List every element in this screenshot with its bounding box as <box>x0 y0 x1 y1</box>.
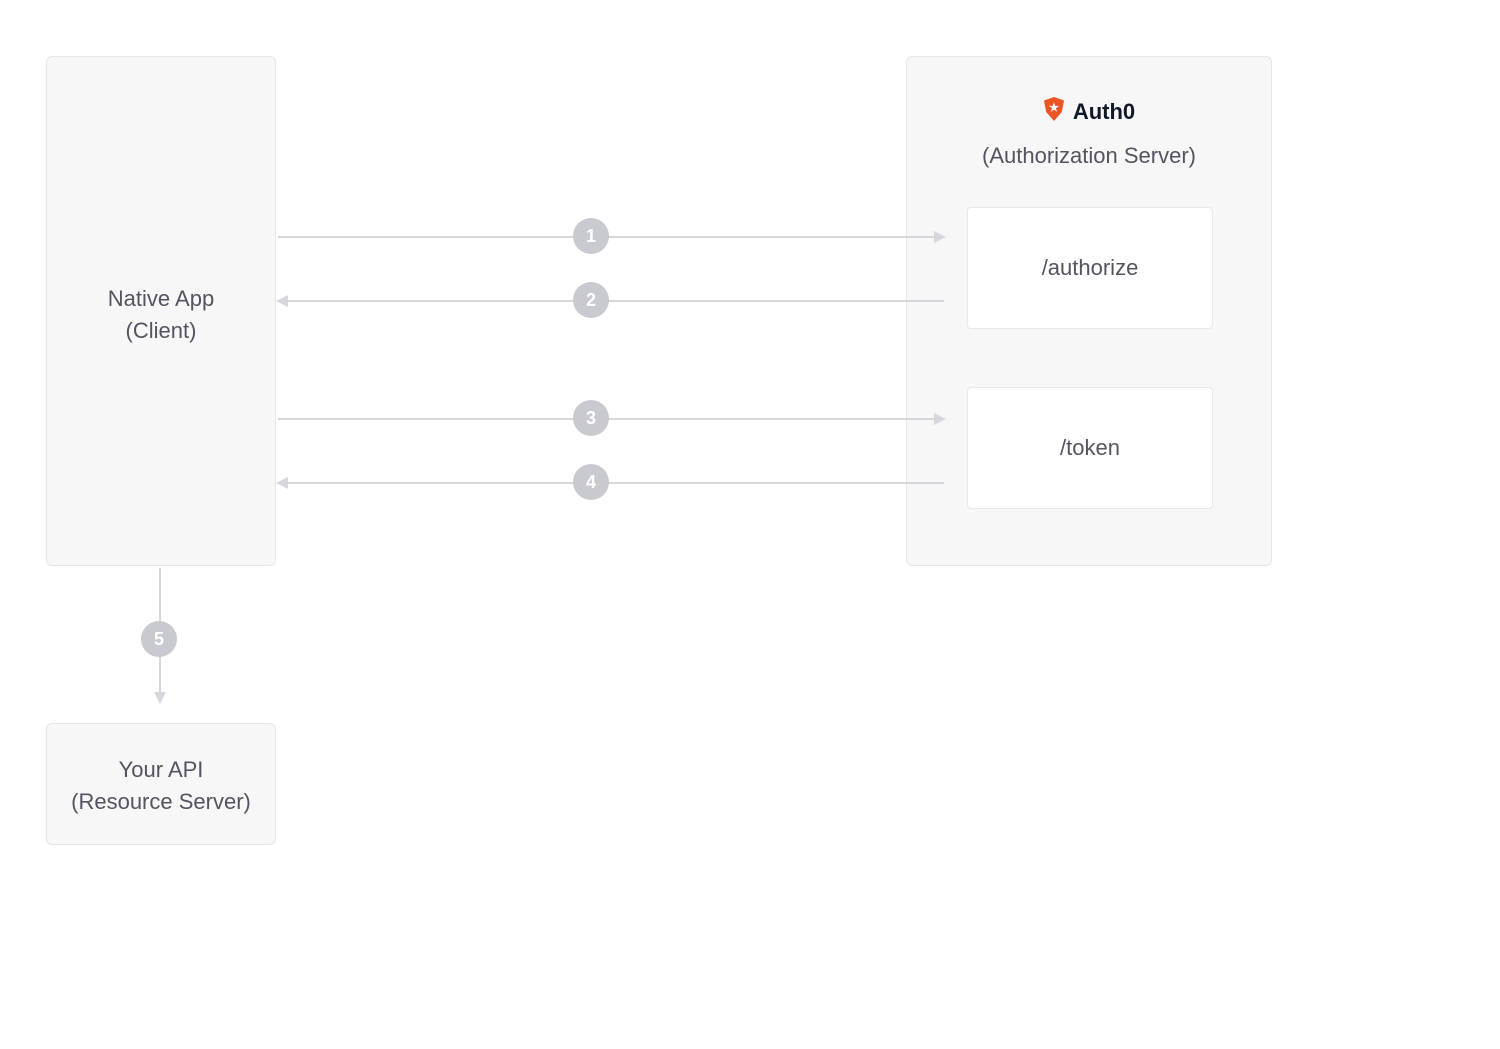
authorize-endpoint-box: /authorize <box>967 207 1213 329</box>
resource-subtitle: (Resource Server) <box>47 786 275 818</box>
client-subtitle: (Client) <box>47 315 275 347</box>
token-endpoint-box: /token <box>967 387 1213 509</box>
resource-server-box: Your API (Resource Server) <box>46 723 276 845</box>
arrow-step-3 <box>278 418 944 420</box>
auth-server-box: Auth0 (Authorization Server) /authorize … <box>906 56 1272 566</box>
resource-label: Your API (Resource Server) <box>47 754 275 818</box>
step-badge-5: 5 <box>141 621 177 657</box>
auth0-brand-text: Auth0 <box>1073 99 1135 125</box>
step-badge-3: 3 <box>573 400 609 436</box>
arrow-step-1 <box>278 236 944 238</box>
auth0-shield-icon <box>1043 97 1065 127</box>
auth0-brand: Auth0 <box>1043 97 1135 127</box>
arrow-step-2 <box>278 300 944 302</box>
client-box: Native App (Client) <box>46 56 276 566</box>
resource-title: Your API <box>47 754 275 786</box>
token-endpoint-label: /token <box>1060 432 1120 464</box>
step-badge-1: 1 <box>573 218 609 254</box>
client-title: Native App <box>47 283 275 315</box>
auth-server-subtitle: (Authorization Server) <box>907 143 1271 169</box>
auth-brand-row: Auth0 <box>907 97 1271 127</box>
authorize-endpoint-label: /authorize <box>1042 252 1139 284</box>
arrow-step-4 <box>278 482 944 484</box>
step-badge-2: 2 <box>573 282 609 318</box>
client-label: Native App (Client) <box>47 283 275 347</box>
step-badge-4: 4 <box>573 464 609 500</box>
diagram-canvas: Native App (Client) Auth0 (Authorization… <box>0 0 1500 1049</box>
